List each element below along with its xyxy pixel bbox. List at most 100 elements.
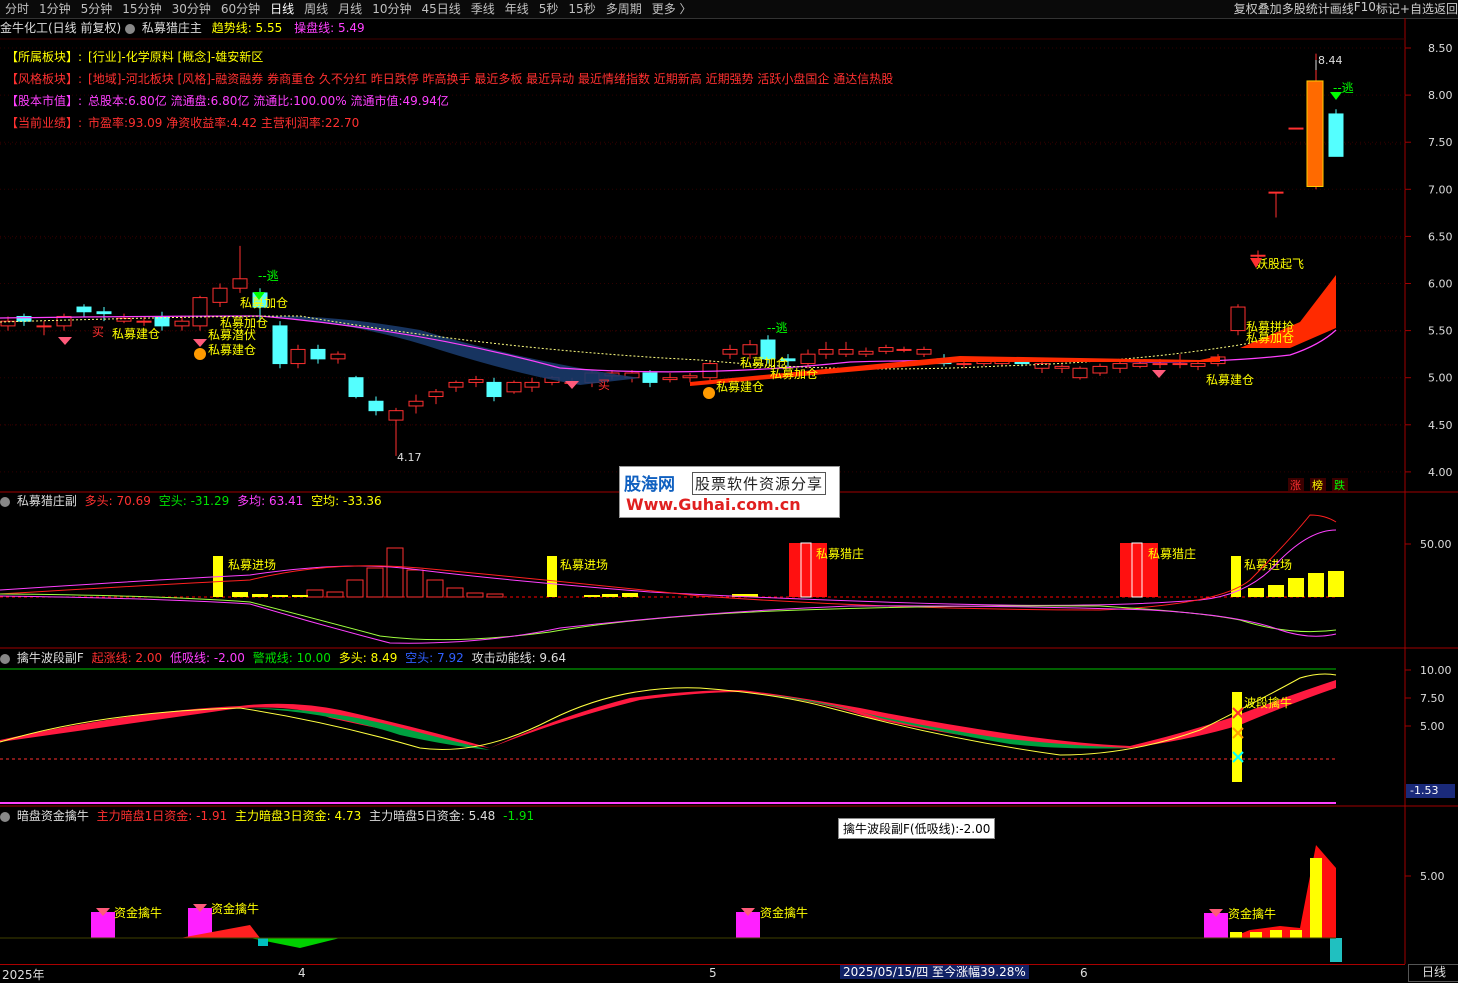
info-key: 【当前业绩】:	[6, 116, 83, 130]
duojun-value: 多均: 63.41	[237, 494, 304, 508]
candle-body	[956, 363, 972, 366]
qizhang-value: 起涨线: 2.00	[91, 651, 163, 665]
panel4-header: 暗盘资金擒牛 主力暗盘1日资金: -1.91 主力暗盘3日资金: 4.73 主力…	[0, 808, 534, 824]
candle-body	[388, 410, 404, 421]
candle-body	[838, 348, 854, 355]
jiancang-label: 私募建仓	[1206, 373, 1254, 387]
candle-body	[1132, 363, 1148, 367]
candle-body	[896, 348, 912, 351]
volume-bar	[446, 587, 464, 598]
volume-bar	[1268, 585, 1284, 597]
jinchang-label: 私募进场	[560, 558, 608, 572]
kongjun-line	[0, 595, 1337, 644]
fund-bar	[258, 938, 268, 946]
volume-bar	[602, 594, 618, 597]
diamond-icon	[193, 339, 207, 347]
volume-bar	[466, 592, 484, 598]
jingjie-value: 警戒线: 10.00	[252, 651, 331, 665]
candle-body	[662, 377, 678, 381]
candle-body	[1112, 363, 1128, 369]
trade-line-value: 操盘线: 5.49	[294, 21, 365, 35]
qianfu-label: 私募潜伏	[208, 328, 256, 342]
dixi-value: 低吸线: -2.00	[169, 651, 245, 665]
escape-label: --逃	[258, 269, 279, 283]
month-4: 4	[298, 966, 306, 980]
volume-bar	[1328, 571, 1344, 597]
candle-body	[1268, 191, 1284, 194]
candle-body	[858, 350, 874, 355]
y-axis-label: 8.00	[1428, 89, 1453, 102]
candle-body	[1288, 127, 1304, 130]
escape-label: --逃	[767, 321, 788, 335]
candle-body	[1054, 365, 1070, 369]
candle-body	[722, 348, 738, 355]
y-axis-label: 10.00	[1420, 664, 1452, 677]
year-label: 2025年	[2, 968, 45, 982]
coin-icon	[194, 348, 206, 360]
jiacang-label: 私募加仓	[770, 367, 818, 381]
candle-body	[1072, 367, 1088, 379]
volume-bar	[292, 595, 308, 597]
candle-body	[348, 377, 364, 398]
candle-body	[468, 379, 484, 383]
gongji-value: 攻击动能线: 9.64	[471, 651, 567, 665]
diamond-icon	[565, 381, 579, 389]
settings-icon[interactable]	[0, 653, 10, 664]
candle-body	[76, 306, 92, 313]
info-value: [地域]-河北板块 [风格]-融资融券 券商重仓 久不分红 昨日跌停 昨高换手 …	[88, 72, 894, 86]
jiancang-label: 私募建仓	[208, 343, 256, 357]
y-axis-label: 7.50	[1428, 136, 1453, 149]
candle-body	[1152, 363, 1168, 366]
panel3-cursor-value: -1.53	[1406, 784, 1455, 798]
jinchang-label: 私募进场	[1244, 558, 1292, 572]
indicator-name: 私募猎庄主	[141, 21, 202, 35]
info-key: 【风格板块】:	[6, 72, 83, 86]
stock-title: 金牛化工(日线 前复权)	[0, 21, 122, 35]
diamond-icon	[1152, 370, 1166, 378]
y-axis-label: 5.00	[1420, 870, 1445, 883]
y-axis-label: 50.00	[1420, 538, 1452, 551]
candle-body	[448, 381, 464, 388]
candle-body	[290, 348, 306, 365]
candle-body	[800, 353, 816, 365]
panel2-header: 私募猎庄副 多头: 70.69 空头: -31.29 多均: 63.41 空均:…	[0, 493, 382, 509]
jiacang-label: 私募加仓	[240, 296, 288, 310]
settings-icon[interactable]	[125, 23, 136, 34]
badge-label: 涨	[1290, 479, 1301, 492]
badge-label: 榜	[1312, 478, 1323, 492]
candle-body	[96, 311, 112, 315]
volume-bar	[306, 589, 324, 598]
candle-body	[174, 320, 190, 327]
candle-body	[272, 325, 288, 365]
candle-body	[818, 348, 834, 355]
candle-body	[232, 278, 248, 289]
period-button[interactable]: 日线	[1408, 964, 1458, 982]
high-label: 8.44	[1318, 54, 1343, 67]
info-key: 【所属板块】:	[6, 50, 83, 64]
bear-band	[250, 708, 490, 750]
panel3-header: 擒牛波段副F 起涨线: 2.00 低吸线: -2.00 警戒线: 10.00 多…	[0, 650, 566, 666]
liezhuang-label: 私募猎庄	[1148, 546, 1196, 561]
info-line: 【所属板块】: [行业]-化学原料 [概念]-雄安新区	[6, 48, 263, 65]
candle-body	[486, 381, 502, 398]
entry-bar	[547, 556, 557, 597]
panel3-title: 擒牛波段副F	[16, 651, 84, 665]
main-panel-header: 金牛化工(日线 前复权) 私募猎庄主 趋势线: 5.55 操盘线: 5.49	[0, 20, 365, 36]
low-label: 4.17	[397, 451, 422, 464]
settings-icon[interactable]	[0, 811, 10, 822]
qinniu-label: 波段擒牛	[1244, 695, 1292, 710]
candle-body	[428, 391, 444, 398]
down-arrow-icon	[1330, 92, 1342, 100]
candle-body	[682, 375, 698, 379]
candle-body	[36, 325, 52, 328]
info-value: [行业]-化学原料 [概念]-雄安新区	[88, 50, 264, 64]
buy-label: 买	[92, 325, 104, 339]
settings-icon[interactable]	[0, 496, 10, 507]
candle-body	[136, 320, 152, 323]
watermark-brand: 股海网	[624, 475, 675, 495]
month-6: 6	[1080, 966, 1088, 980]
fund-label: 资金擒牛	[1228, 906, 1276, 921]
y-axis-label: 4.00	[1428, 466, 1453, 479]
candle-body	[1190, 363, 1206, 367]
y-axis-label: 5.00	[1420, 720, 1445, 733]
